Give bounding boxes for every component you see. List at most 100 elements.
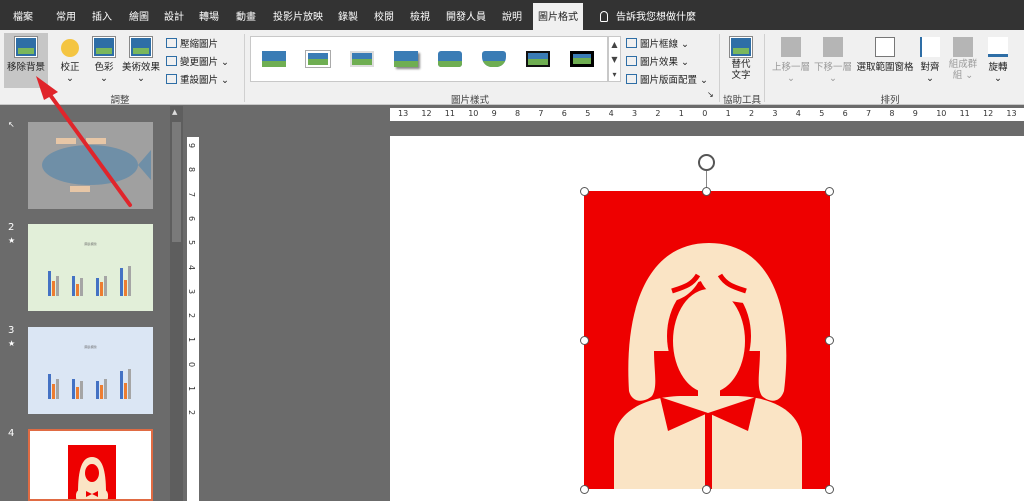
slide-thumbnail-3[interactable]: 圖表標題 (28, 327, 153, 414)
resize-handle-n-icon[interactable] (702, 187, 711, 196)
chevron-down-icon: ⌄ (926, 73, 934, 84)
send-backward-button[interactable]: 下移一層 ⌄ (812, 37, 854, 84)
alt-text-icon (729, 36, 753, 58)
alt-text-button[interactable]: 替代 文字 (725, 36, 757, 81)
slide-thumbnail-4-selected[interactable] (28, 429, 153, 501)
selection-pane-button[interactable]: 選取範圍窗格 (856, 37, 914, 73)
corrections-label: 校正 (60, 62, 80, 73)
ruler-tick-label: 8 (515, 109, 521, 118)
compress-pictures-button[interactable]: 壓縮圖片 (166, 36, 218, 50)
group-label-adjust: 調整 (110, 95, 130, 106)
ruler-tick-label: 9 (187, 142, 197, 149)
tab-developer[interactable]: 開發人員 (446, 8, 486, 23)
tab-view[interactable]: 檢視 (410, 8, 430, 23)
resize-handle-se-icon[interactable] (825, 485, 834, 494)
chevron-down-icon: ⌄ (681, 57, 690, 68)
thumbnail-scrollbar[interactable]: ▲ (170, 106, 183, 501)
tab-slideshow[interactable]: 投影片放映 (273, 8, 323, 23)
picture-layout-button[interactable]: 圖片版面配置 ⌄ (626, 72, 708, 86)
slide-number-2: 2 (8, 222, 15, 233)
tab-insert[interactable]: 插入 (92, 8, 112, 23)
rotate-button[interactable]: 旋轉 ⌄ (984, 37, 1012, 84)
tab-picture-format[interactable]: 圖片格式 (533, 3, 583, 30)
tab-animations[interactable]: 動畫 (236, 8, 256, 23)
ruler-tick-label: 2 (187, 410, 197, 416)
corrections-button[interactable]: 校正 ⌄ (52, 37, 88, 84)
group-objects-icon (953, 37, 973, 57)
group-label-arrange: 排列 (880, 95, 900, 106)
tab-draw[interactable]: 繪圖 (129, 8, 149, 23)
tab-home[interactable]: 常用 (56, 8, 76, 23)
chevron-down-icon: ⌄ (787, 73, 795, 84)
reset-picture-button[interactable]: 重設圖片 ⌄ (166, 72, 229, 86)
gallery-scroll[interactable]: ▲ ▼ ▾ (608, 36, 621, 82)
group-label-accessibility: 協助工具 (722, 95, 761, 106)
group-label-styles: 圖片樣式 (450, 95, 489, 106)
resize-handle-e-icon[interactable] (825, 336, 834, 345)
rotate-handle-icon[interactable] (698, 154, 715, 171)
picture-style-4[interactable] (390, 47, 422, 71)
ruler-tick-label: 2 (655, 109, 661, 118)
group-objects-button[interactable]: 組成群組 ⌄ (946, 37, 980, 81)
tell-me-search[interactable]: 告訴我您想做什麼 (600, 8, 696, 23)
ruler-tick-label: 0 (187, 361, 197, 367)
slide-thumbnail-2[interactable]: 圖表標題 (28, 224, 153, 311)
artistic-effects-button[interactable]: 美術效果 ⌄ (120, 36, 162, 84)
ruler-tick-label: 12 (421, 109, 432, 118)
ruler-tick-label: 4 (795, 109, 801, 118)
group-objects-label-1: 組成群 (948, 59, 978, 70)
color-label: 色彩 (94, 62, 114, 73)
dialog-launcher-icon[interactable]: ↘ (707, 90, 714, 99)
ruler-tick-label: 2 (749, 109, 755, 118)
layout-icon (626, 74, 637, 84)
style-preview-icon (394, 51, 418, 67)
chevron-down-icon: ⌄ (66, 73, 74, 84)
tab-help[interactable]: 說明 (502, 8, 522, 23)
bar-chart-icon (48, 369, 131, 399)
chevron-down-icon: ⌄ (137, 73, 145, 84)
chevron-down-icon: ⌄ (700, 75, 709, 86)
reset-picture-icon (166, 74, 177, 84)
picture-style-7[interactable] (522, 47, 554, 71)
bring-forward-button[interactable]: 上移一層 ⌄ (770, 37, 812, 84)
corrections-sun-icon (61, 39, 79, 57)
picture-layout-label: 圖片版面配置 (640, 75, 698, 86)
ruler-tick-label: 13 (1006, 109, 1017, 118)
picture-style-5[interactable] (434, 47, 466, 71)
scroll-up-icon[interactable]: ▲ (172, 108, 177, 116)
slide-thumbnail-1[interactable] (28, 122, 153, 209)
resize-handle-s-icon[interactable] (702, 485, 711, 494)
girl-avatar-thumbnail-icon (68, 445, 116, 499)
tab-design[interactable]: 設計 (164, 8, 184, 23)
resize-handle-nw-icon[interactable] (580, 187, 589, 196)
picture-style-1[interactable] (258, 47, 290, 71)
resize-handle-sw-icon[interactable] (580, 485, 589, 494)
tab-record[interactable]: 錄製 (338, 8, 358, 23)
picture-style-3[interactable] (346, 47, 378, 71)
remove-background-icon (14, 36, 38, 58)
tab-file[interactable]: 檔案 (13, 8, 33, 23)
selected-picture[interactable] (584, 191, 830, 489)
tab-transitions[interactable]: 轉場 (199, 8, 219, 23)
border-pen-icon (626, 38, 637, 48)
resize-handle-ne-icon[interactable] (825, 187, 834, 196)
picture-border-button[interactable]: 圖片框線 ⌄ (626, 36, 689, 50)
girl-avatar-image (614, 243, 802, 489)
style-preview-icon (350, 51, 374, 67)
star-icon: ★ (8, 339, 16, 348)
slide-number-4: 4 (8, 428, 15, 439)
tab-review[interactable]: 校閱 (374, 8, 394, 23)
ribbon: 移除背景 校正 ⌄ 色彩 ⌄ 美術效果 ⌄ 壓縮圖片 變更圖片 ⌄ 重設圖片 ⌄ 調整… (0, 30, 1024, 106)
align-button[interactable]: 對齊 ⌄ (916, 37, 944, 84)
color-button[interactable]: 色彩 ⌄ (88, 36, 120, 84)
picture-style-6[interactable] (478, 47, 510, 71)
slide-canvas[interactable] (390, 136, 1024, 501)
remove-background-button[interactable]: 移除背景 (4, 33, 48, 88)
scrollbar-thumb[interactable] (172, 122, 181, 242)
resize-handle-w-icon[interactable] (580, 336, 589, 345)
change-picture-button[interactable]: 變更圖片 ⌄ (166, 54, 229, 68)
picture-style-2[interactable] (302, 47, 334, 71)
picture-effects-button[interactable]: 圖片效果 ⌄ (626, 54, 689, 68)
picture-style-8[interactable] (566, 47, 598, 71)
align-label: 對齊 (920, 62, 940, 73)
